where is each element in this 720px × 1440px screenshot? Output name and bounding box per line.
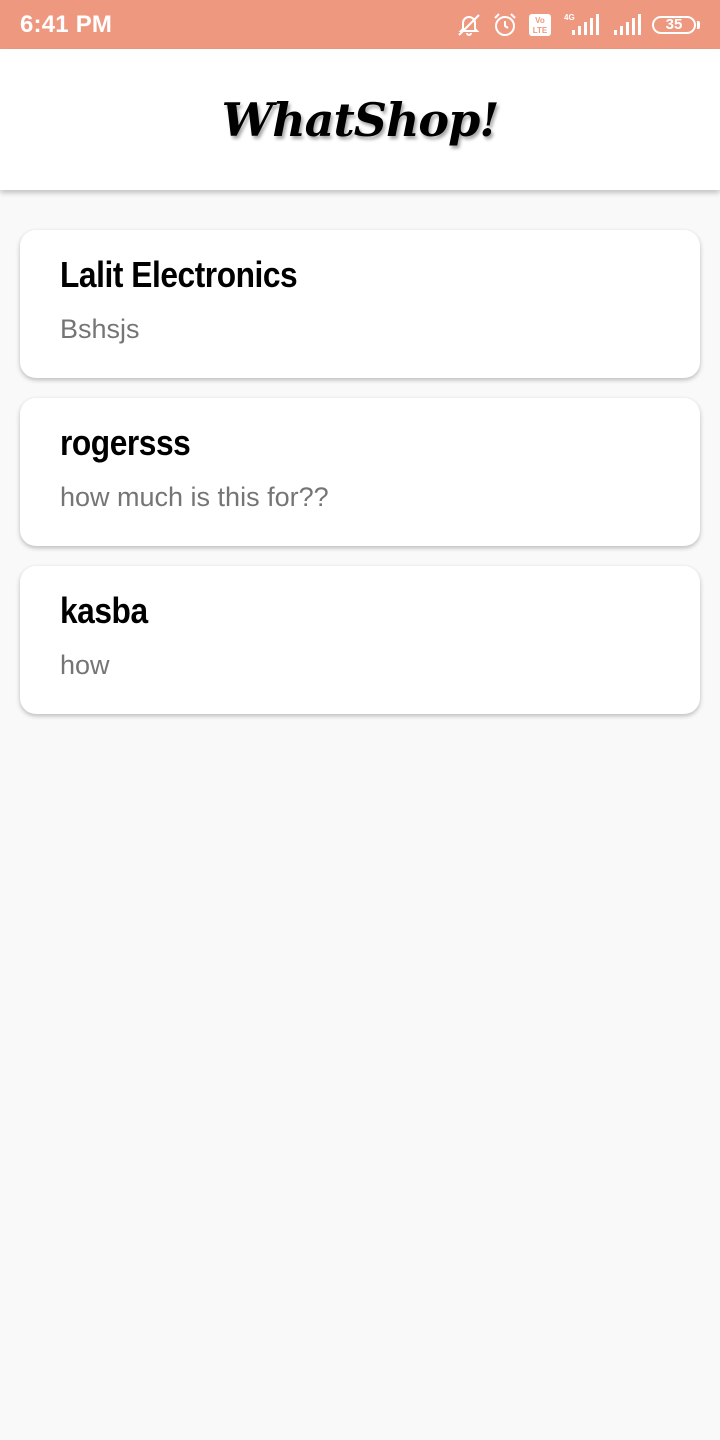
chat-name: rogersss <box>60 422 191 463</box>
alarm-icon <box>492 12 518 38</box>
app-title: WhatShop! <box>221 92 500 147</box>
signal-4g-icon: 4G <box>562 12 602 38</box>
chat-last-message: Bshsjs <box>60 314 140 344</box>
app-bar: WhatShop! <box>0 49 720 190</box>
volte-icon: Vo LTE <box>528 13 552 37</box>
chat-card-lalit-electronics[interactable]: Lalit Electronics Bshsjs <box>20 230 700 378</box>
status-bar: 6:41 PM Vo LTE 4G 35 <box>0 0 720 49</box>
chat-name: kasba <box>60 590 148 631</box>
chat-card-kasba[interactable]: kasba how <box>20 566 700 714</box>
svg-text:4G: 4G <box>564 13 575 22</box>
battery-tip <box>697 20 700 29</box>
chat-name: Lalit Electronics <box>60 254 298 295</box>
chat-list: Lalit Electronics Bshsjs rogersss how mu… <box>20 230 700 734</box>
status-time: 6:41 PM <box>20 10 113 38</box>
battery-level: 35 <box>652 15 696 34</box>
svg-text:Vo: Vo <box>535 16 545 25</box>
chat-last-message: how <box>60 650 110 680</box>
chat-card-rogersss[interactable]: rogersss how much is this for?? <box>20 398 700 546</box>
chat-last-message: how much is this for?? <box>60 482 329 512</box>
signal-icon <box>612 12 642 38</box>
battery-icon: 35 <box>652 15 700 34</box>
status-icons: Vo LTE 4G 35 <box>456 12 700 38</box>
mute-icon <box>456 12 482 38</box>
svg-text:LTE: LTE <box>533 26 548 35</box>
